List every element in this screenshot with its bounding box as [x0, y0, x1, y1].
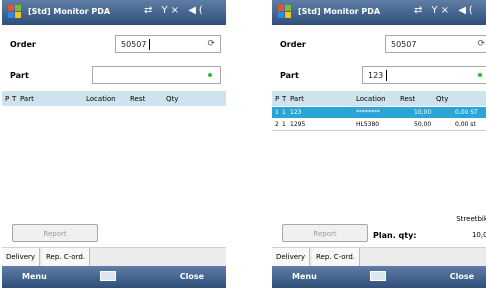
windows-start-icon[interactable]: [278, 5, 293, 20]
col-qty[interactable]: Qty: [166, 95, 178, 103]
softkey-bar: Menu Close: [2, 266, 226, 288]
part-label: Part: [280, 71, 299, 80]
part-label: Part: [10, 71, 29, 80]
cell-location: ********: [356, 109, 380, 116]
cell-part: 123: [290, 109, 302, 116]
tab-bar: Delivery Rep. C-ord.: [2, 247, 226, 267]
connectivity-signal-volume-icons[interactable]: ⇄ Y× ◀(: [414, 5, 476, 16]
cell-qty: 0,00 ST: [455, 109, 478, 116]
grid-header: P T Part Location Rest Qty: [272, 91, 486, 107]
cell-t: 1: [282, 121, 286, 128]
menu-softkey[interactable]: Menu: [22, 272, 47, 281]
cell-location: HL5380: [356, 121, 380, 128]
tab-rep-c-ord[interactable]: Rep. C-ord.: [312, 248, 360, 267]
report-button[interactable]: Report: [12, 224, 98, 242]
cell-part: 1295: [290, 121, 306, 128]
table-row[interactable]: 2 1 1295 HL5380 50,00 0,00 st: [272, 119, 486, 131]
col-part[interactable]: Part: [20, 95, 34, 103]
lines-grid[interactable]: 1 1 123 ******** 10,00 0,00 ST 2 1 1295 …: [272, 106, 486, 210]
app-title: [Std] Monitor PDA: [298, 7, 381, 16]
col-location[interactable]: Location: [356, 95, 386, 103]
col-part[interactable]: Part: [290, 95, 304, 103]
windows-start-icon[interactable]: [8, 5, 23, 20]
col-t[interactable]: T: [282, 95, 286, 103]
col-p[interactable]: P: [275, 95, 279, 103]
keyboard-icon[interactable]: [370, 271, 386, 281]
cell-rest: 10,00: [414, 109, 432, 116]
close-softkey[interactable]: Close: [450, 272, 474, 281]
keyboard-icon[interactable]: [100, 271, 116, 281]
close-softkey[interactable]: Close: [180, 272, 204, 281]
refresh-icon[interactable]: ⟳: [477, 39, 485, 49]
plan-qty-label: Plan. qty:: [373, 231, 417, 240]
col-location[interactable]: Location: [86, 95, 116, 103]
menu-softkey[interactable]: Menu: [292, 272, 317, 281]
pda-screen-with-lines: [Std] Monitor PDA ⇄ Y× ◀( Order 50507 ⟳ …: [272, 0, 486, 288]
order-input[interactable]: 50507 ⟳: [385, 35, 486, 53]
softkey-bar: Menu Close: [272, 266, 486, 288]
tab-bar: Delivery Rep. C-ord.: [272, 247, 486, 267]
order-value: 50507: [391, 40, 417, 49]
order-label: Order: [10, 40, 36, 49]
tab-rep-c-ord[interactable]: Rep. C-ord.: [42, 248, 90, 267]
pda-screen-empty: [Std] Monitor PDA ⇄ Y× ◀( Order 50507 ⟳ …: [2, 0, 226, 288]
col-t[interactable]: T: [12, 95, 16, 103]
order-input[interactable]: 50507 ⟳: [115, 35, 221, 53]
table-row[interactable]: 1 1 123 ******** 10,00 0,00 ST: [272, 107, 486, 118]
lines-grid[interactable]: [2, 106, 226, 210]
order-label: Order: [280, 40, 306, 49]
title-bar: [Std] Monitor PDA ⇄ Y× ◀(: [2, 0, 226, 25]
plan-qty-value: 10,00: [471, 231, 486, 239]
part-value: 123: [368, 71, 384, 80]
part-input[interactable]: 123: [362, 66, 486, 84]
col-rest[interactable]: Rest: [400, 95, 415, 103]
refresh-icon[interactable]: ⟳: [207, 39, 215, 49]
connectivity-signal-volume-icons[interactable]: ⇄ Y× ◀(: [144, 5, 206, 16]
grid-header: P T Part Location Rest Qty: [2, 91, 226, 107]
status-ok-icon: [208, 73, 212, 77]
title-bar: [Std] Monitor PDA ⇄ Y× ◀(: [272, 0, 486, 25]
status-ok-icon: [478, 73, 482, 77]
tab-delivery[interactable]: Delivery: [2, 248, 41, 267]
cell-p: 2: [275, 121, 279, 128]
tab-delivery[interactable]: Delivery: [272, 248, 311, 267]
cell-rest: 50,00: [414, 121, 432, 128]
cell-p: 1: [275, 109, 279, 116]
cell-qty: 0,00 st: [455, 121, 476, 128]
cell-t: 1: [282, 109, 286, 116]
report-button[interactable]: Report: [282, 224, 368, 242]
app-title: [Std] Monitor PDA: [28, 7, 111, 16]
text-caret: [386, 70, 387, 81]
col-p[interactable]: P: [5, 95, 9, 103]
part-input[interactable]: [92, 66, 221, 84]
part-description: Streetbike: [456, 215, 486, 223]
col-qty[interactable]: Qty: [436, 95, 448, 103]
col-rest[interactable]: Rest: [130, 95, 145, 103]
order-value: 50507: [121, 40, 147, 49]
text-caret: [149, 39, 150, 50]
